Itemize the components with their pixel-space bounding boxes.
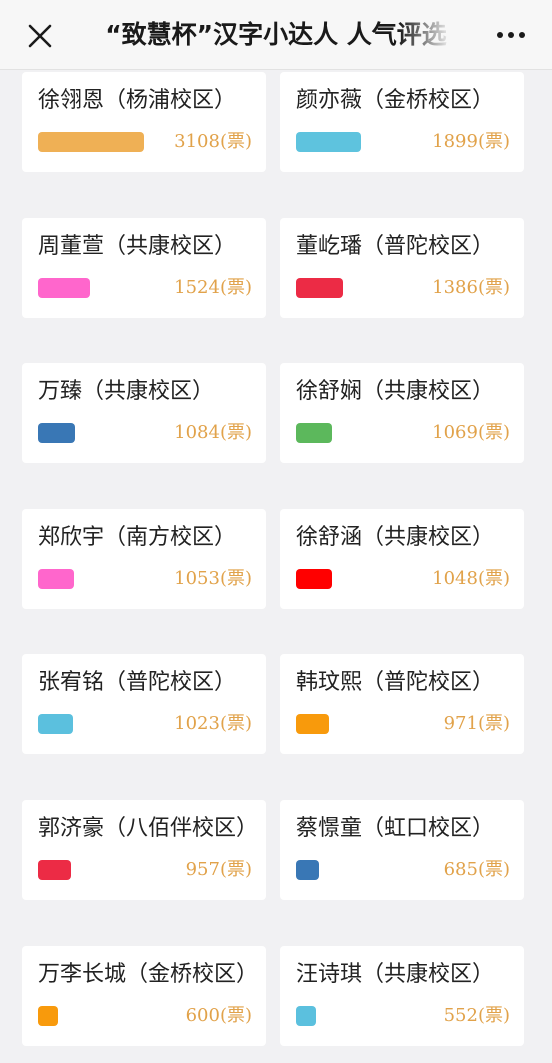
candidate-name: 韩玟熙（普陀校区） <box>296 670 495 695</box>
vote-count: 1069(票) <box>432 422 510 443</box>
close-icon[interactable] <box>22 18 58 54</box>
candidate-name: 郑欣宇（南方校区） <box>38 525 237 550</box>
candidate-name: 徐舒娴（共康校区） <box>296 379 495 404</box>
vote-count: 1524(票) <box>174 277 252 298</box>
candidate-card[interactable]: 周董萱（共康校区） 1524(票) <box>22 218 266 318</box>
vote-count: 957(票) <box>185 859 252 880</box>
vote-bar <box>38 714 73 734</box>
vote-count: 1023(票) <box>174 713 252 734</box>
vote-count: 1053(票) <box>174 568 252 589</box>
candidate-card[interactable]: 汪诗琪（共康校区） 552(票) <box>280 946 524 1046</box>
candidate-card[interactable]: 韩玟熙（普陀校区） 971(票) <box>280 654 524 754</box>
vote-count: 1048(票) <box>432 568 510 589</box>
candidate-name: 徐翎恩（杨浦校区） <box>38 88 237 113</box>
candidate-name: 万李长城（金桥校区） <box>38 962 259 987</box>
vote-count: 3108(票) <box>174 131 252 152</box>
vote-bar <box>38 423 75 443</box>
candidate-card[interactable]: 董屹璠（普陀校区） 1386(票) <box>280 218 524 318</box>
top-bar: “致慧杯”汉字小达人 人气评选 <box>0 0 552 70</box>
vote-count: 1899(票) <box>432 131 510 152</box>
vote-bar <box>38 569 74 589</box>
vote-bar <box>296 714 329 734</box>
vote-count: 600(票) <box>185 1005 252 1026</box>
vote-count: 552(票) <box>443 1005 510 1026</box>
candidate-card[interactable]: 徐翎恩（杨浦校区） 3108(票) <box>22 72 266 172</box>
candidate-card[interactable]: 颜亦薇（金桥校区） 1899(票) <box>280 72 524 172</box>
vote-bar <box>38 1006 58 1026</box>
vote-bar <box>296 132 361 152</box>
candidate-name: 徐舒涵（共康校区） <box>296 525 495 550</box>
candidate-name: 汪诗琪（共康校区） <box>296 962 495 987</box>
vote-bar <box>296 1006 316 1026</box>
candidate-name: 董屹璠（普陀校区） <box>296 234 495 259</box>
candidate-card[interactable]: 蔡憬童（虹口校区） 685(票) <box>280 800 524 900</box>
candidate-name: 颜亦薇（金桥校区） <box>296 88 495 113</box>
candidate-card[interactable]: 郑欣宇（南方校区） 1053(票) <box>22 509 266 609</box>
more-icon[interactable] <box>496 28 526 42</box>
vote-bar <box>38 860 71 880</box>
candidate-card[interactable]: 万臻（共康校区） 1084(票) <box>22 363 266 463</box>
vote-count: 685(票) <box>443 859 510 880</box>
vote-count: 1386(票) <box>432 277 510 298</box>
candidate-card[interactable]: 万李长城（金桥校区） 600(票) <box>22 946 266 1046</box>
candidate-card[interactable]: 徐舒涵（共康校区） 1048(票) <box>280 509 524 609</box>
candidate-name: 蔡憬童（虹口校区） <box>296 816 495 841</box>
page-title: “致慧杯”汉字小达人 人气评选 <box>105 20 447 49</box>
candidate-card[interactable]: 徐舒娴（共康校区） 1069(票) <box>280 363 524 463</box>
candidate-card[interactable]: 张宥铭（普陀校区） 1023(票) <box>22 654 266 754</box>
candidate-name: 周董萱（共康校区） <box>38 234 237 259</box>
vote-bar <box>296 569 332 589</box>
vote-count: 971(票) <box>443 713 510 734</box>
vote-bar <box>296 860 319 880</box>
candidate-name: 万臻（共康校区） <box>38 379 215 404</box>
vote-bar <box>296 278 343 298</box>
candidate-card[interactable]: 郭济豪（八佰伴校区） 957(票) <box>22 800 266 900</box>
candidate-name: 郭济豪（八佰伴校区） <box>38 816 259 841</box>
vote-bar <box>38 132 144 152</box>
vote-bar <box>38 278 90 298</box>
vote-count: 1084(票) <box>174 422 252 443</box>
vote-bar <box>296 423 332 443</box>
candidate-name: 张宥铭（普陀校区） <box>38 670 237 695</box>
